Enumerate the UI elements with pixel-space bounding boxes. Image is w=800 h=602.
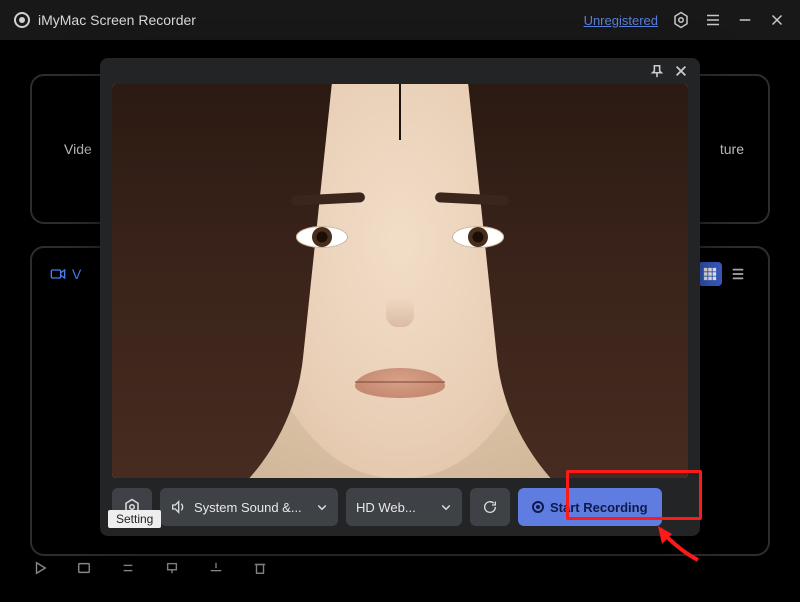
- edit-icon[interactable]: [118, 558, 138, 578]
- register-link[interactable]: Unregistered: [584, 13, 658, 28]
- preview-header: [100, 58, 700, 84]
- gear-icon[interactable]: [672, 11, 690, 29]
- audio-source-label: System Sound &...: [194, 500, 302, 515]
- refresh-button[interactable]: [470, 488, 510, 526]
- titlebar-left: iMyMac Screen Recorder: [14, 12, 196, 28]
- delete-icon[interactable]: [250, 558, 270, 578]
- play-icon[interactable]: [30, 558, 50, 578]
- library-toolbar: [30, 558, 270, 578]
- camera-source-dropdown[interactable]: HD Web...: [346, 488, 462, 526]
- library-tab-label: V: [72, 266, 81, 282]
- webcam-face-image: [112, 84, 688, 478]
- close-icon[interactable]: [768, 11, 786, 29]
- app-logo-icon: [14, 12, 30, 28]
- mode-video-label: Vide: [64, 141, 92, 157]
- chevron-down-icon: [440, 501, 452, 513]
- menu-icon[interactable]: [704, 11, 722, 29]
- minimize-icon[interactable]: [736, 11, 754, 29]
- share-icon[interactable]: [162, 558, 182, 578]
- start-recording-label: Start Recording: [550, 500, 648, 515]
- convert-icon[interactable]: [206, 558, 226, 578]
- webcam-preview-panel: System Sound &... HD Web... Start Record…: [100, 58, 700, 536]
- library-tab-video[interactable]: V: [50, 266, 81, 282]
- folder-icon[interactable]: [74, 558, 94, 578]
- titlebar-right: Unregistered: [584, 11, 786, 29]
- start-recording-button[interactable]: Start Recording: [518, 488, 662, 526]
- settings-tooltip: Setting: [108, 510, 161, 528]
- pin-icon[interactable]: [650, 64, 664, 78]
- preview-controls: System Sound &... HD Web... Start Record…: [100, 478, 700, 536]
- webcam-preview: [112, 84, 688, 478]
- camera-source-label: HD Web...: [356, 500, 416, 515]
- speaker-icon: [170, 499, 186, 515]
- list-view-button[interactable]: [726, 262, 750, 286]
- titlebar: iMyMac Screen Recorder Unregistered: [0, 0, 800, 40]
- audio-source-dropdown[interactable]: System Sound &...: [160, 488, 338, 526]
- grid-view-button[interactable]: [698, 262, 722, 286]
- chevron-down-icon: [316, 501, 328, 513]
- mode-capture-label: ture: [720, 141, 744, 157]
- close-panel-icon[interactable]: [674, 64, 688, 78]
- record-icon: [532, 501, 544, 513]
- app-title: iMyMac Screen Recorder: [38, 12, 196, 28]
- view-toggle: [698, 262, 750, 286]
